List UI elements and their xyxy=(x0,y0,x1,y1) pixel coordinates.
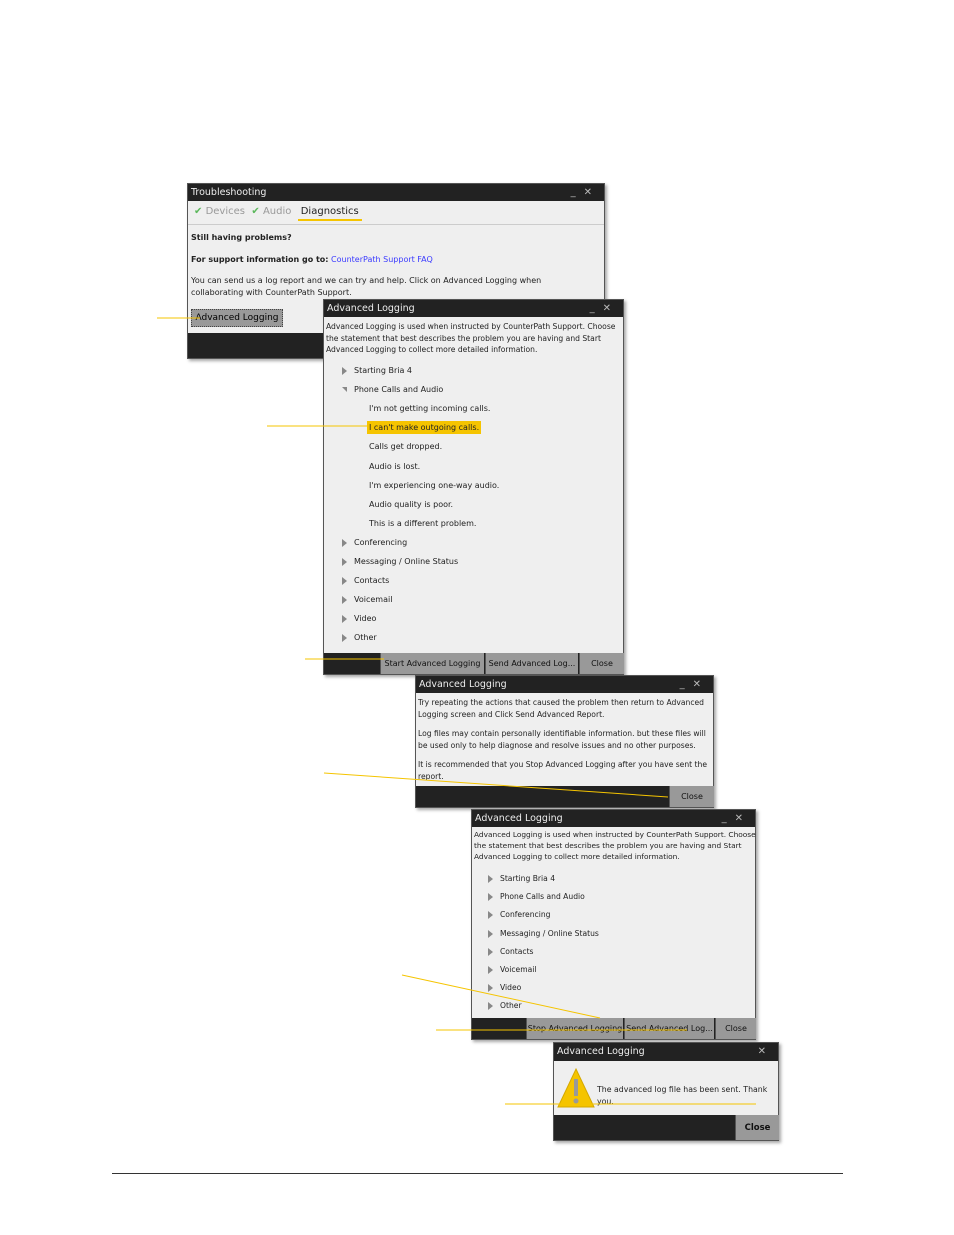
support-faq-link[interactable]: CounterPath Support FAQ xyxy=(331,255,433,264)
intro-text: Advanced Logging is used when instructed… xyxy=(474,830,756,861)
category-item[interactable]: Phone Calls and Audio xyxy=(488,892,585,902)
selected-problem-item[interactable]: I can't make outgoing calls. xyxy=(367,421,482,435)
send-advanced-log-button[interactable]: Send Advanced Log... xyxy=(485,653,578,674)
category-item[interactable]: Voicemail xyxy=(342,595,392,604)
tab-devices[interactable]: ✔ Devices xyxy=(194,206,245,217)
body-text: You can send us a log report and we can … xyxy=(191,276,542,297)
tab-diagnostics[interactable]: Diagnostics xyxy=(297,206,362,221)
warning-icon xyxy=(557,1067,595,1108)
intro-text: Advanced Logging is used when instructed… xyxy=(326,322,616,354)
footer-bar: Close xyxy=(416,786,714,807)
support-line: For support information go to: CounterPa… xyxy=(191,255,433,264)
problem-item[interactable]: Audio quality is poor. xyxy=(367,498,455,511)
send-advanced-log-button[interactable]: Send Advanced Log... xyxy=(624,1018,714,1039)
sent-message: The advanced log file has been sent. Tha… xyxy=(597,1085,768,1106)
category-item[interactable]: Other xyxy=(342,633,377,642)
window-controls[interactable]: _✕ xyxy=(590,300,619,317)
category-item[interactable]: Contacts xyxy=(488,947,534,956)
start-advanced-logging-button[interactable]: Start Advanced Logging xyxy=(380,653,484,674)
category-item[interactable]: Conferencing xyxy=(488,910,550,920)
problem-item[interactable]: Audio is lost. xyxy=(367,460,422,473)
tab-bar: ✔ Devices ✔ Audio Diagnostics xyxy=(194,206,362,221)
expand-right-icon xyxy=(342,366,347,375)
title-bar: Troubleshooting _✕ xyxy=(188,184,604,201)
advanced-logging-dialog-info: Advanced Logging _✕ Try repeating the act… xyxy=(415,675,714,808)
problem-item[interactable]: This is a different problem. xyxy=(367,517,478,530)
advanced-logging-dialog-start: Advanced Logging _✕ Advanced Logging is u… xyxy=(323,299,624,675)
category-item[interactable]: Video xyxy=(488,983,521,993)
category-item[interactable]: Voicemail xyxy=(488,965,536,974)
category-item[interactable]: Video xyxy=(342,614,376,623)
close-button[interactable]: Close xyxy=(669,786,714,807)
expand-right-icon xyxy=(342,614,347,623)
category-item[interactable]: Conferencing xyxy=(342,538,407,547)
close-button[interactable]: Close xyxy=(579,653,624,674)
problem-item[interactable]: I'm not getting incoming calls. xyxy=(367,402,492,415)
expand-right-icon xyxy=(488,893,493,902)
title-bar: Advanced Logging _✕ xyxy=(324,300,623,317)
category-item[interactable]: Contacts xyxy=(342,576,389,585)
tab-audio[interactable]: ✔ Audio xyxy=(251,206,291,217)
footer-bar: Start Advanced Logging Send Advanced Log… xyxy=(324,653,624,674)
expand-right-icon xyxy=(488,929,493,938)
category-item[interactable]: Starting Bria 4 xyxy=(342,366,412,375)
dialog-title: Troubleshooting xyxy=(191,187,267,198)
check-icon: ✔ xyxy=(194,206,203,217)
category-item[interactable]: Other xyxy=(488,1001,522,1011)
footer-bar: Close xyxy=(554,1115,779,1140)
problem-item[interactable]: I'm experiencing one-way audio. xyxy=(367,479,501,492)
stop-advanced-logging-button[interactable]: Stop Advanced Logging xyxy=(526,1018,623,1039)
expand-right-icon xyxy=(342,557,347,566)
page-rule xyxy=(112,1173,843,1174)
category-item[interactable]: Starting Bria 4 xyxy=(488,874,555,883)
expand-right-icon xyxy=(342,576,347,585)
expand-right-icon xyxy=(488,984,493,993)
expand-right-icon xyxy=(488,911,493,920)
close-icon[interactable]: ✕ xyxy=(758,1043,774,1060)
title-bar: Advanced Logging _✕ xyxy=(416,676,713,693)
expand-right-icon xyxy=(342,595,347,604)
close-button[interactable]: Close xyxy=(715,1018,756,1039)
title-bar: Advanced Logging _✕ xyxy=(472,810,755,827)
footer-bar: Stop Advanced Logging Send Advanced Log.… xyxy=(472,1018,756,1039)
advanced-logging-dialog-sent: Advanced Logging ✕ The advanced log file … xyxy=(553,1042,779,1141)
expand-right-icon xyxy=(488,947,493,956)
expand-right-icon xyxy=(488,875,493,883)
info-text-3: It is recommended that you Stop Advanced… xyxy=(418,760,707,781)
check-icon: ✔ xyxy=(251,206,260,217)
expand-right-icon xyxy=(342,538,347,547)
heading: Still having problems? xyxy=(191,233,292,242)
window-controls[interactable]: _✕ xyxy=(722,810,751,827)
close-button[interactable]: Close xyxy=(735,1115,779,1140)
category-item[interactable]: Messaging / Online Status xyxy=(342,557,458,566)
expand-down-icon xyxy=(342,387,347,392)
title-bar: Advanced Logging ✕ xyxy=(554,1043,778,1061)
info-text-1: Try repeating the actions that caused th… xyxy=(418,698,704,719)
window-controls[interactable]: _✕ xyxy=(680,676,709,693)
category-item[interactable]: Phone Calls and Audio xyxy=(342,385,443,394)
advanced-logging-dialog-stop: Advanced Logging _✕ Advanced Logging is u… xyxy=(471,809,756,1040)
expand-right-icon xyxy=(488,966,493,974)
advanced-logging-button[interactable]: Advanced Logging xyxy=(191,309,283,327)
info-text-2: Log files may contain personally identif… xyxy=(418,729,706,750)
expand-right-icon xyxy=(488,1002,493,1011)
category-item[interactable]: Messaging / Online Status xyxy=(488,929,599,938)
window-controls[interactable]: _✕ xyxy=(571,184,600,201)
expand-right-icon xyxy=(342,633,347,642)
problem-item[interactable]: Calls get dropped. xyxy=(367,440,444,453)
